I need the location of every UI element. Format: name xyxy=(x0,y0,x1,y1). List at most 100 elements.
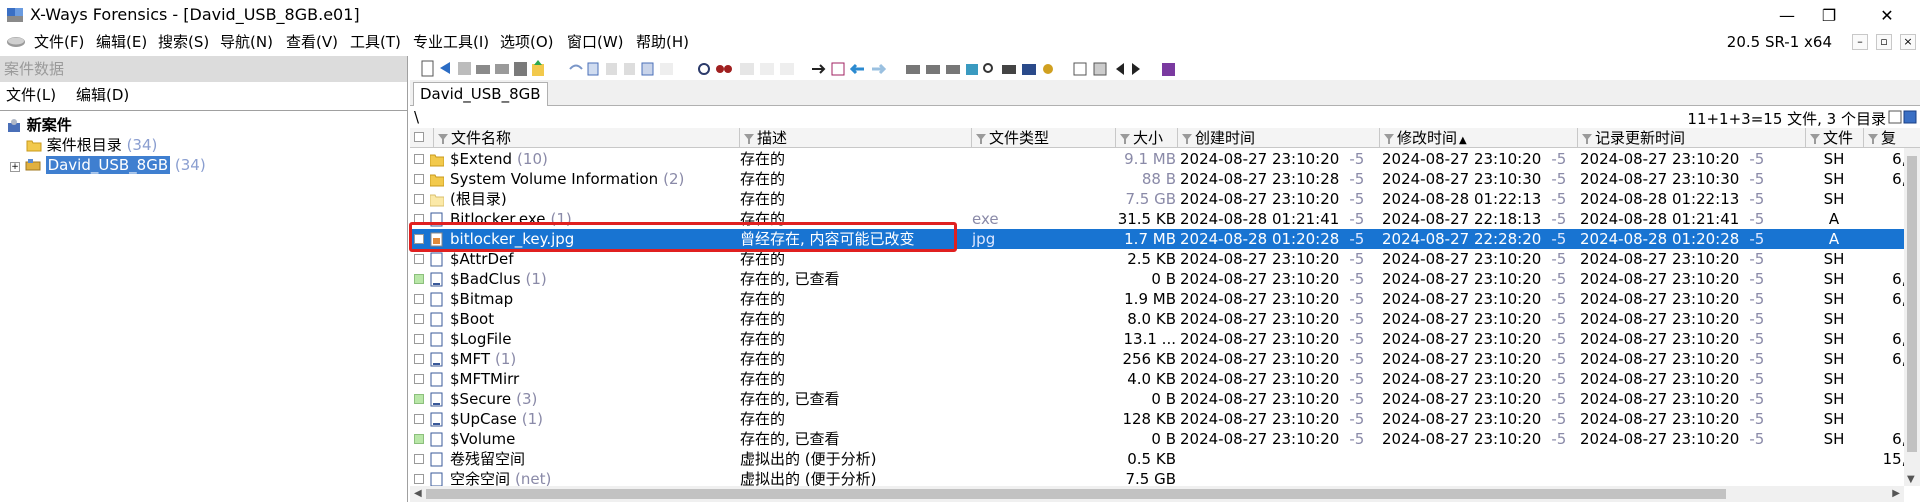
file-name: bitlocker_key.jpg xyxy=(450,230,575,248)
scroll-left-icon[interactable]: ◀ xyxy=(414,488,422,499)
header-size[interactable]: 大小 xyxy=(1116,128,1178,148)
table-row[interactable]: 卷残留空间 虚拟出的 (便于分析) 0.5 KB 15,7 xyxy=(410,449,1920,469)
menu-help[interactable]: 帮助(H) xyxy=(636,32,689,52)
toolbar-icons xyxy=(421,60,1175,77)
minimize-button[interactable]: — xyxy=(1764,0,1810,30)
timezone-offset: -5 xyxy=(1551,250,1567,268)
row-checkbox[interactable] xyxy=(414,374,424,384)
menu-tools[interactable]: 工具(T) xyxy=(350,32,401,52)
timezone-offset: -5 xyxy=(1349,270,1365,288)
table-row[interactable]: $MFT (1) 存在的 256 KB 2024-08-27 23:10:20 -5 202… xyxy=(410,349,1920,369)
maximize-button[interactable]: ❐ xyxy=(1806,0,1852,30)
timezone-offset: -5 xyxy=(1349,370,1365,388)
tree-item-case-root[interactable]: 案件根目录 (34) xyxy=(26,135,157,155)
row-checkbox[interactable] xyxy=(414,274,424,284)
filter-icon[interactable] xyxy=(976,134,986,144)
table-row[interactable]: Bitlocker.exe (1) 存在的 exe 31.5 KB 2024-08-28 … xyxy=(410,209,1920,229)
filter-icon[interactable] xyxy=(1810,134,1820,144)
menu-specialist[interactable]: 专业工具(I) xyxy=(413,32,489,52)
cell-created: 2024-08-27 23:10:20 -5 xyxy=(1180,309,1378,329)
filter-icon[interactable] xyxy=(1582,134,1592,144)
filter-icon[interactable] xyxy=(1384,134,1394,144)
table-row[interactable]: $AttrDef 存在的 2.5 KB 2024-08-27 23:10:20 -5 20… xyxy=(410,249,1920,269)
table-row[interactable]: $BadClus (1) 存在的, 已查看 0 B 2024-08-27 23:10:2… xyxy=(410,269,1920,289)
vertical-scrollbar[interactable]: ▼ xyxy=(1904,148,1920,486)
tree-item-evidence[interactable]: + David_USB_8GB (34) xyxy=(10,155,206,175)
file-icon xyxy=(430,452,443,467)
row-checkbox[interactable] xyxy=(414,454,424,464)
menu-file[interactable]: 文件(F) xyxy=(34,32,84,52)
scroll-right-icon[interactable]: ▶ xyxy=(1892,488,1900,499)
cell-type xyxy=(972,269,1112,289)
table-row[interactable]: System Volume Information (2) 存在的 88 B 2024-… xyxy=(410,169,1920,189)
row-checkbox[interactable] xyxy=(414,354,424,364)
table-row[interactable]: $Bitmap 存在的 1.9 MB 2024-08-27 23:10:20 -5 202… xyxy=(410,289,1920,309)
case-menu-edit[interactable]: 编辑(D) xyxy=(76,84,129,105)
cell-desc: 存在的 xyxy=(740,370,786,388)
filter-icon[interactable] xyxy=(1868,134,1878,144)
filter-icon[interactable] xyxy=(438,134,448,144)
row-checkbox[interactable] xyxy=(414,254,424,264)
header-modified[interactable]: 修改时间 ▲ xyxy=(1380,128,1578,148)
filter-icon[interactable] xyxy=(1182,134,1192,144)
menu-window[interactable]: 窗口(W) xyxy=(567,32,624,52)
row-checkbox[interactable] xyxy=(414,394,424,404)
select-all-checkbox[interactable] xyxy=(414,132,424,142)
header-record-update[interactable]: 记录更新时间 xyxy=(1578,128,1806,148)
row-checkbox[interactable] xyxy=(414,154,424,164)
vertical-scroll-thumb[interactable] xyxy=(1907,156,1917,452)
table-row[interactable]: $Secure (3) 存在的, 已查看 0 B 2024-08-27 23:10:20… xyxy=(410,389,1920,409)
table-row[interactable]: $Volume 存在的, 已查看 0 B 2024-08-27 23:10:20 -5 2… xyxy=(410,429,1920,449)
header-type[interactable]: 文件类型 xyxy=(972,128,1116,148)
table-row[interactable]: 空余空间 (net) 虚拟出的 (便于分析) 7.5 GB xyxy=(410,469,1920,486)
case-menu-file[interactable]: 文件(L) xyxy=(6,84,56,105)
row-checkbox[interactable] xyxy=(414,234,424,244)
filter-icon[interactable] xyxy=(1120,134,1130,144)
horizontal-scroll-thumb[interactable] xyxy=(426,489,1726,499)
header-name[interactable]: 文件名称 xyxy=(434,128,740,148)
mdi-close-button[interactable]: × xyxy=(1900,34,1916,50)
row-checkbox[interactable] xyxy=(414,414,424,424)
table-row[interactable]: $Extend (10) 存在的 9.1 MB 2024-08-27 23:10:20-… xyxy=(410,149,1920,169)
tab-evidence[interactable]: David_USB_8GB xyxy=(413,82,548,106)
menu-navigate[interactable]: 导航(N) xyxy=(220,32,273,52)
mdi-minimize-button[interactable]: – xyxy=(1852,34,1868,50)
mdi-restore-button[interactable]: ▫ xyxy=(1876,34,1892,50)
table-row[interactable]: $LogFile 存在的 13.1 ... 2024-08-27 23:10:20 -5… xyxy=(410,329,1920,349)
view-mode-icons[interactable] xyxy=(1888,109,1918,125)
menu-view[interactable]: 查看(V) xyxy=(286,32,338,52)
tree-root[interactable]: 新案件 xyxy=(6,115,72,135)
table-row[interactable]: bitlocker_key.jpg 曾经存在, 内容可能已改变 jpg 1.7 MB 2… xyxy=(410,229,1920,249)
header-created[interactable]: 创建时间 xyxy=(1178,128,1380,148)
horizontal-scrollbar[interactable]: ◀ ▶ xyxy=(410,486,1904,502)
table-row[interactable]: $UpCase (1) 存在的 128 KB 2024-08-27 23:10:20 -5… xyxy=(410,409,1920,429)
table-row[interactable]: $Boot 存在的 8.0 KB 2024-08-27 23:10:20 -5 2024-… xyxy=(410,309,1920,329)
scroll-down-icon[interactable]: ▼ xyxy=(1907,474,1915,485)
header-attr[interactable]: 文件 xyxy=(1806,128,1864,148)
cell-size: 128 KB xyxy=(1122,410,1176,428)
menu-edit[interactable]: 编辑(E) xyxy=(96,32,147,52)
row-checkbox[interactable] xyxy=(414,314,424,324)
header-check[interactable] xyxy=(410,128,434,148)
row-checkbox[interactable] xyxy=(414,214,424,224)
close-button[interactable]: ✕ xyxy=(1864,0,1910,30)
expand-icon[interactable]: + xyxy=(10,162,20,172)
row-checkbox[interactable] xyxy=(414,294,424,304)
filter-icon[interactable] xyxy=(744,134,754,144)
row-checkbox[interactable] xyxy=(414,474,424,484)
menu-options[interactable]: 选项(O) xyxy=(500,32,554,52)
cell-record: 2024-08-28 01:22:13 -5 xyxy=(1580,189,1804,209)
row-checkbox[interactable] xyxy=(414,334,424,344)
folder-icon xyxy=(430,174,444,187)
menu-search[interactable]: 搜索(S) xyxy=(158,32,209,52)
row-checkbox[interactable] xyxy=(414,194,424,204)
row-checkbox[interactable] xyxy=(414,174,424,184)
table-row[interactable]: $MFTMirr 存在的 4.0 KB 2024-08-27 23:10:20 -5 20… xyxy=(410,369,1920,389)
header-desc[interactable]: 描述 xyxy=(740,128,972,148)
row-checkbox[interactable] xyxy=(414,434,424,444)
cell-size: 7.5 GB xyxy=(1125,470,1176,486)
table-row[interactable]: (根目录) 存在的 7.5 GB 2024-08-27 23:10:20 -5 2024-… xyxy=(410,189,1920,209)
child-count: (2) xyxy=(663,170,685,188)
timestamp: 2024-08-27 23:10:20 xyxy=(1382,370,1542,388)
header-extra[interactable]: 复 xyxy=(1864,128,1920,148)
